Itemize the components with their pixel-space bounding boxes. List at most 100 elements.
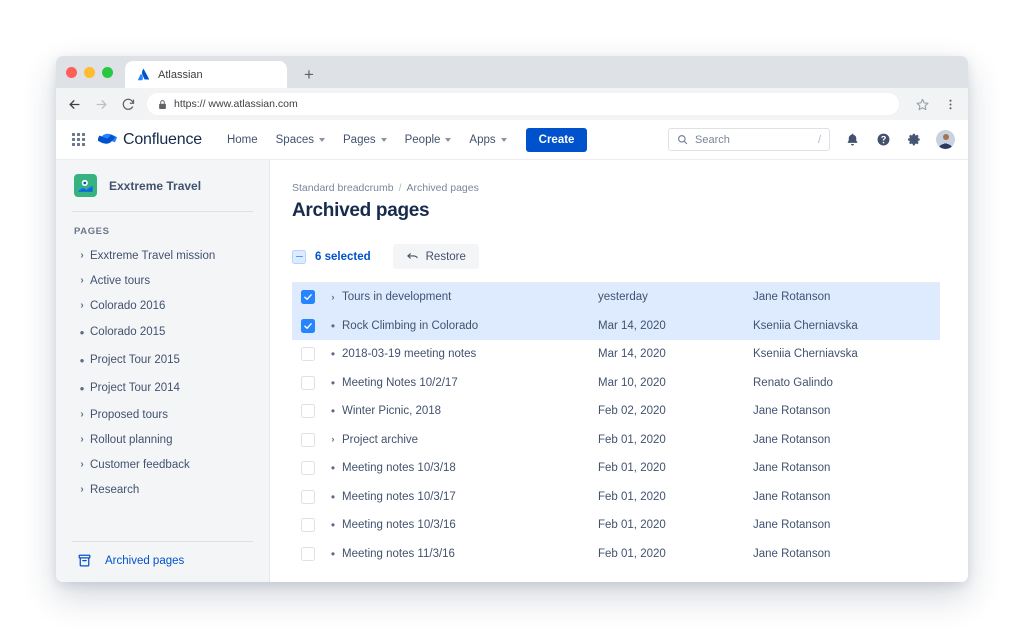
search-placeholder: Search — [695, 133, 730, 146]
maximize-window-button[interactable] — [102, 66, 113, 78]
nav-item-pages[interactable]: Pages — [334, 129, 396, 151]
reload-icon[interactable] — [120, 96, 136, 112]
sidebar-footer: Archived pages — [56, 541, 269, 582]
chevron-right-icon[interactable]: › — [74, 459, 90, 470]
confluence-brand[interactable]: Confluence — [98, 130, 202, 149]
row-title[interactable]: Meeting Notes 10/2/17 — [342, 377, 598, 389]
nav-item-apps[interactable]: Apps — [460, 129, 515, 151]
sidebar-item-research[interactable]: › Research — [56, 477, 269, 502]
browser-tab[interactable]: Atlassian — [125, 61, 287, 88]
question-circle-icon[interactable] — [874, 131, 892, 149]
row-expand-chevron-icon[interactable]: › — [315, 292, 342, 303]
restore-button[interactable]: Restore — [392, 244, 479, 269]
chevron-down-icon — [380, 137, 387, 142]
sidebar-item-rollout-planning[interactable]: › Rollout planning — [56, 427, 269, 452]
sidebar-item-active-tours[interactable]: › Active tours — [56, 268, 269, 293]
sidebar-item-archived-pages[interactable]: Archived pages — [56, 542, 269, 582]
chevron-right-icon[interactable]: › — [74, 300, 90, 311]
breadcrumb-current[interactable]: Archived pages — [406, 182, 478, 194]
nav-item-home[interactable]: Home — [218, 129, 267, 151]
row-checkbox[interactable] — [301, 290, 315, 305]
table-row[interactable]: • Winter Picnic, 2018 Feb 02, 2020 Jane … — [292, 397, 940, 426]
row-date: Feb 01, 2020 — [598, 519, 666, 532]
row-title[interactable]: Meeting notes 10/3/16 — [342, 519, 598, 531]
kebab-menu-icon[interactable] — [942, 96, 958, 112]
row-title[interactable]: Rock Climbing in Colorado — [342, 320, 598, 332]
row-checkbox[interactable] — [301, 318, 315, 333]
chevron-right-icon[interactable]: › — [74, 250, 90, 261]
row-checkbox[interactable] — [301, 489, 315, 504]
app-body: Exxtreme Travel PAGES › Exxtreme Travel … — [56, 160, 968, 582]
chevron-right-icon[interactable]: › — [74, 275, 90, 286]
chevron-right-icon[interactable]: › — [74, 409, 90, 420]
row-checkbox[interactable] — [301, 546, 315, 561]
row-checkbox[interactable] — [301, 461, 315, 476]
select-all-checkbox[interactable] — [292, 249, 306, 264]
row-title[interactable]: 2018-03-19 meeting notes — [342, 348, 598, 360]
address-bar[interactable]: https:// www.atlassian.com — [147, 93, 899, 115]
row-checkbox[interactable] — [301, 404, 315, 419]
back-arrow-icon[interactable] — [66, 96, 82, 112]
row-title[interactable]: Winter Picnic, 2018 — [342, 405, 598, 417]
space-name: Exxtreme Travel — [109, 178, 202, 193]
browser-window: Atlassian + https:// www.atlassian.com C… — [56, 56, 968, 582]
gear-icon[interactable] — [905, 131, 923, 149]
sidebar-item-project-tour-2014[interactable]: • Project Tour 2014 — [56, 374, 269, 402]
sidebar-item-customer-feedback[interactable]: › Customer feedback — [56, 452, 269, 477]
row-expand-chevron-icon[interactable]: › — [315, 434, 342, 445]
table-row[interactable]: • Meeting notes 10/3/16 Feb 01, 2020 Jan… — [292, 511, 940, 540]
table-row[interactable]: • Meeting Notes 10/2/17 Mar 10, 2020 Ren… — [292, 369, 940, 398]
row-checkbox[interactable] — [301, 375, 315, 390]
table-row[interactable]: • 2018-03-19 meeting notes Mar 14, 2020 … — [292, 340, 940, 369]
row-checkbox[interactable] — [301, 347, 315, 362]
nav-item-spaces[interactable]: Spaces — [267, 129, 334, 151]
row-checkbox[interactable] — [301, 518, 315, 533]
selected-count-label: 6 selected — [315, 250, 371, 263]
bullet-icon: • — [330, 404, 336, 419]
bullet-icon: • — [79, 352, 85, 368]
new-tab-button[interactable]: + — [295, 61, 323, 88]
star-icon[interactable] — [914, 96, 930, 112]
sidebar-item-colorado-2016[interactable]: › Colorado 2016 — [56, 293, 269, 318]
breadcrumb: Standard breadcrumb / Archived pages — [292, 182, 940, 194]
row-date: Feb 01, 2020 — [598, 433, 666, 446]
table-row[interactable]: • Meeting notes 10/3/17 Feb 01, 2020 Jan… — [292, 483, 940, 512]
row-date: yesterday — [598, 291, 648, 304]
table-row[interactable]: • Rock Climbing in Colorado Mar 14, 2020… — [292, 311, 940, 340]
bullet-icon: • — [330, 546, 336, 561]
table-row[interactable]: • Meeting notes 10/3/18 Feb 01, 2020 Jan… — [292, 454, 940, 483]
app-top-navigation: Confluence Home Spaces Pages People Apps… — [56, 120, 968, 160]
chevron-right-icon[interactable]: › — [74, 434, 90, 445]
bell-icon[interactable] — [843, 131, 861, 149]
minimize-window-button[interactable] — [84, 66, 95, 78]
user-avatar[interactable] — [936, 130, 955, 149]
sidebar-item-label: Research — [90, 483, 140, 496]
chevron-down-icon — [319, 137, 325, 142]
nav-item-people[interactable]: People — [396, 129, 461, 151]
create-button[interactable]: Create — [525, 127, 588, 152]
row-date: Mar 14, 2020 — [598, 348, 666, 361]
grid-apps-icon[interactable] — [66, 128, 90, 152]
close-window-button[interactable] — [66, 66, 77, 78]
row-title[interactable]: Meeting notes 10/3/18 — [342, 462, 598, 474]
row-title[interactable]: Meeting notes 10/3/17 — [342, 491, 598, 503]
table-row[interactable]: › Project archive Feb 01, 2020 Jane Rota… — [292, 426, 940, 455]
selection-summary[interactable]: 6 selected — [292, 249, 371, 264]
search-input[interactable]: Search / — [668, 128, 830, 151]
row-title[interactable]: Meeting notes 11/3/16 — [342, 548, 598, 560]
browser-tab-title: Atlassian — [158, 68, 203, 81]
chevron-right-icon[interactable]: › — [74, 484, 90, 495]
row-date: Feb 01, 2020 — [598, 490, 666, 503]
sidebar-item-proposed-tours[interactable]: › Proposed tours — [56, 402, 269, 427]
breadcrumb-parent[interactable]: Standard breadcrumb — [292, 182, 394, 194]
sidebar-item-project-tour-2015[interactable]: • Project Tour 2015 — [56, 346, 269, 374]
row-title[interactable]: Tours in development — [342, 291, 598, 303]
table-row[interactable]: › Tours in development yesterday Jane Ro… — [292, 283, 940, 312]
table-row[interactable]: • Meeting notes 11/3/16 Feb 01, 2020 Jan… — [292, 540, 940, 569]
sidebar-item-exxtreme-travel-mission[interactable]: › Exxtreme Travel mission — [56, 243, 269, 268]
space-header[interactable]: Exxtreme Travel — [56, 174, 269, 197]
row-checkbox[interactable] — [301, 432, 315, 447]
sidebar-item-colorado-2015[interactable]: • Colorado 2015 — [56, 318, 269, 346]
row-author: Jane Rotanson — [753, 462, 831, 475]
row-title[interactable]: Project archive — [342, 434, 598, 446]
